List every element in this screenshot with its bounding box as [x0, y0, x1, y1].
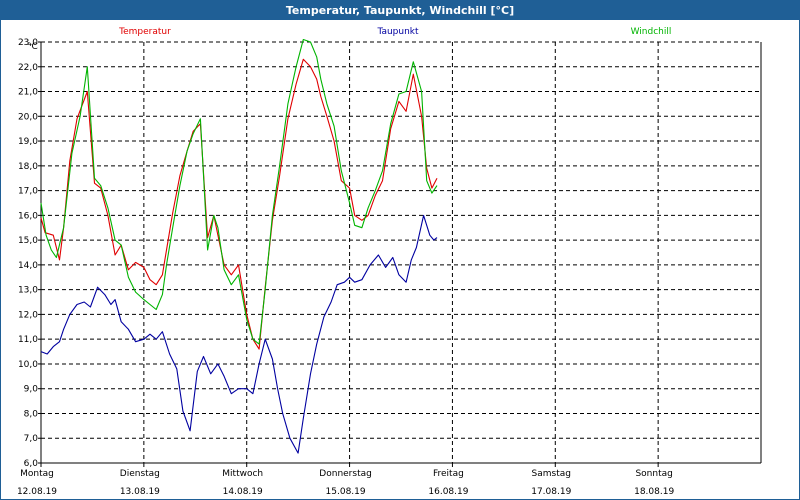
y-tick-label: 22,0 — [18, 63, 38, 73]
y-axis-tick-labels: 23,022,021,020,019,018,017,016,015,014,0… — [18, 38, 38, 469]
y-tick-label: 15,0 — [18, 236, 38, 246]
x-tick-date-label: 18.08.19 — [634, 487, 674, 497]
y-tick-label: 12,0 — [18, 310, 38, 320]
series-lines — [40, 38, 438, 454]
y-tick-label: 9,0 — [24, 385, 39, 395]
x-axis-tick-labels: Montag 12.08.19 Dienstag 13.08.19 Mittwoch 14… — [17, 469, 674, 497]
y-axis-unit-label: °C — [27, 42, 38, 52]
x-tick-day-label: Donnerstag — [319, 469, 372, 479]
y-tick-label: 17,0 — [18, 187, 38, 197]
y-tick-label: 10,0 — [18, 360, 38, 370]
x-tick-date-label: 17.08.19 — [531, 487, 571, 497]
chart-window: Temperatur, Taupunkt, Windchill [°C] 23,… — [0, 0, 800, 500]
y-tick-label: 21,0 — [18, 88, 38, 98]
legend-item-windchill: Windchill — [631, 27, 672, 37]
x-tick-day-label: Samstag — [532, 469, 571, 479]
x-tick-date-label: 15.08.19 — [326, 487, 366, 497]
legend-item-temperatur: Temperatur — [118, 27, 171, 37]
y-tick-label: 16,0 — [18, 211, 38, 221]
y-tick-label: 8,0 — [24, 409, 39, 419]
series-line-taupunkt — [40, 214, 438, 454]
y-tick-label: 18,0 — [18, 162, 38, 172]
x-tick-date-label: 16.08.19 — [428, 487, 468, 497]
y-tick-label: 6,0 — [24, 459, 39, 469]
x-tick-date-label: 14.08.19 — [223, 487, 263, 497]
y-tick-label: 7,0 — [24, 434, 39, 444]
legend-item-taupunkt: Taupunkt — [376, 27, 419, 37]
window-title: Temperatur, Taupunkt, Windchill [°C] — [1, 1, 799, 20]
legend: Temperatur Taupunkt Windchill — [118, 27, 671, 37]
axes — [38, 41, 762, 467]
y-tick-label: 19,0 — [18, 137, 38, 147]
y-tick-label: 13,0 — [18, 286, 38, 296]
x-tick-day-label: Mittwoch — [222, 469, 263, 479]
x-tick-day-label: Dienstag — [120, 469, 160, 479]
x-tick-day-label: Sonntag — [635, 469, 672, 479]
series-line-temperatur — [40, 58, 438, 350]
y-tick-label: 11,0 — [18, 335, 38, 345]
x-tick-date-label: 12.08.19 — [17, 487, 57, 497]
x-tick-day-label: Montag — [20, 469, 54, 479]
chart-canvas: 23,022,021,020,019,018,017,016,015,014,0… — [17, 27, 762, 497]
x-tick-date-label: 13.08.19 — [120, 487, 160, 497]
y-tick-label: 14,0 — [18, 261, 38, 271]
x-tick-day-label: Freitag — [433, 469, 464, 479]
y-tick-label: 20,0 — [18, 112, 38, 122]
